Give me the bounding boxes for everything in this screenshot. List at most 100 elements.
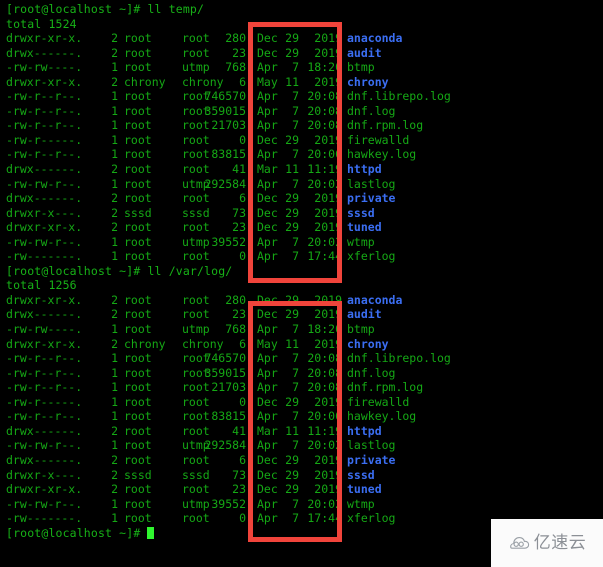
file-name[interactable]: xferlog: [347, 249, 395, 264]
file-link-count: 2: [111, 162, 118, 177]
file-time: 20:08: [307, 103, 342, 118]
file-link-count: 1: [111, 118, 118, 133]
file-month: Apr: [257, 409, 278, 424]
file-name[interactable]: xferlog: [347, 511, 395, 526]
file-link-count: 2: [111, 205, 118, 220]
file-size: 23: [232, 482, 246, 497]
file-name[interactable]: audit: [347, 307, 382, 322]
file-permissions: -rw-r--r--.: [6, 351, 83, 366]
file-time: 20:02: [307, 496, 342, 511]
file-link-count: 1: [111, 438, 118, 453]
file-month: Apr: [257, 496, 278, 511]
file-permissions: drwx------.: [6, 191, 83, 206]
file-name[interactable]: hawkey.log: [347, 147, 416, 162]
file-time: 17:44: [307, 511, 342, 526]
file-list-row: -rw-rw----. 1 root utmp 768 Apr 7 18:20 btmp: [6, 322, 603, 337]
file-month: Apr: [257, 380, 278, 395]
file-name[interactable]: audit: [347, 46, 382, 61]
file-list-row: drwxr-x---. 2 sssd sssd 73 Dec 29 2019 sssd: [6, 206, 603, 221]
file-name[interactable]: lastlog: [347, 177, 395, 192]
file-name[interactable]: chrony: [347, 75, 389, 90]
file-time: 2019: [314, 220, 342, 235]
file-name[interactable]: dnf.log: [347, 104, 395, 119]
file-name[interactable]: wtmp: [347, 497, 375, 512]
file-name[interactable]: dnf.rpm.log: [347, 118, 423, 133]
file-month: Dec: [257, 191, 278, 206]
file-name[interactable]: sssd: [347, 468, 375, 483]
file-time: 20:02: [307, 438, 342, 453]
file-month: Dec: [257, 394, 278, 409]
file-month: Mar: [257, 162, 278, 177]
file-name[interactable]: lastlog: [347, 438, 395, 453]
terminal-window[interactable]: [root@localhost ~]# ll temp/total 1524 dr…: [0, 0, 603, 567]
file-link-count: 1: [111, 60, 118, 75]
file-size: 768: [225, 60, 246, 75]
file-name[interactable]: dnf.librepo.log: [347, 89, 451, 104]
file-permissions: -rw-rw-r--.: [6, 438, 83, 453]
file-name[interactable]: chrony: [347, 337, 389, 352]
file-link-count: 1: [111, 409, 118, 424]
file-time: 20:08: [307, 380, 342, 395]
file-permissions: drwxr-xr-x.: [6, 220, 83, 235]
file-size: 6: [239, 452, 246, 467]
command-line: [root@localhost ~]# ll /var/log/: [6, 263, 233, 278]
file-size: 0: [239, 511, 246, 526]
file-name[interactable]: tuned: [347, 482, 382, 497]
file-time: 20:06: [307, 409, 342, 424]
file-time: 2019: [314, 205, 342, 220]
file-link-count: 1: [111, 380, 118, 395]
file-list-row: -rw-r--r--. 1 root root 83815 Apr 7 20:06 hawkey…: [6, 409, 603, 424]
file-size: 73: [232, 467, 246, 482]
file-name[interactable]: btmp: [347, 322, 375, 337]
file-size: 6: [239, 336, 246, 351]
file-link-count: 1: [111, 103, 118, 118]
file-month: Apr: [257, 60, 278, 75]
file-time: 2019: [314, 467, 342, 482]
file-name[interactable]: wtmp: [347, 235, 375, 250]
file-time: 20:02: [307, 176, 342, 191]
watermark-text: 亿速云: [533, 532, 587, 553]
file-link-count: 2: [111, 292, 118, 307]
file-permissions: -rw-r--r--.: [6, 89, 83, 104]
file-permissions: drwxr-x---.: [6, 467, 83, 482]
file-link-count: 2: [111, 452, 118, 467]
file-time: 17:44: [307, 249, 342, 264]
file-name[interactable]: tuned: [347, 220, 382, 235]
file-name[interactable]: hawkey.log: [347, 409, 416, 424]
file-time: 20:08: [307, 351, 342, 366]
file-day: 7: [292, 409, 299, 424]
file-name[interactable]: httpd: [347, 424, 382, 439]
file-month: Dec: [257, 31, 278, 46]
file-time: 20:08: [307, 89, 342, 104]
file-name[interactable]: anaconda: [347, 31, 402, 46]
file-name[interactable]: firewalld: [347, 133, 409, 148]
file-size: 0: [239, 394, 246, 409]
cloud-icon: [509, 537, 529, 549]
file-name[interactable]: dnf.rpm.log: [347, 380, 423, 395]
file-name[interactable]: firewalld: [347, 395, 409, 410]
file-size: 746570: [204, 351, 246, 366]
file-permissions: -rw-rw----.: [6, 60, 83, 75]
file-size: 280: [225, 292, 246, 307]
file-name[interactable]: btmp: [347, 60, 375, 75]
file-time: 2019: [314, 132, 342, 147]
file-month: Dec: [257, 132, 278, 147]
file-name[interactable]: dnf.librepo.log: [347, 351, 451, 366]
file-link-count: 2: [111, 31, 118, 46]
file-link-count: 2: [111, 423, 118, 438]
file-month: Dec: [257, 452, 278, 467]
file-name[interactable]: dnf.log: [347, 366, 395, 381]
file-name[interactable]: sssd: [347, 206, 375, 221]
file-day: 7: [292, 89, 299, 104]
file-link-count: 2: [111, 191, 118, 206]
file-name[interactable]: private: [347, 191, 395, 206]
file-size: 41: [232, 162, 246, 177]
file-name[interactable]: httpd: [347, 162, 382, 177]
file-name[interactable]: private: [347, 453, 395, 468]
file-size: 73: [232, 205, 246, 220]
file-day: 29: [285, 292, 299, 307]
file-list-row: -rw-rw-r--. 1 root utmp 39552 Apr 7 20:02 wtmp: [6, 497, 603, 512]
file-name[interactable]: anaconda: [347, 293, 402, 308]
file-day: 11: [285, 74, 299, 89]
file-day: 29: [285, 31, 299, 46]
